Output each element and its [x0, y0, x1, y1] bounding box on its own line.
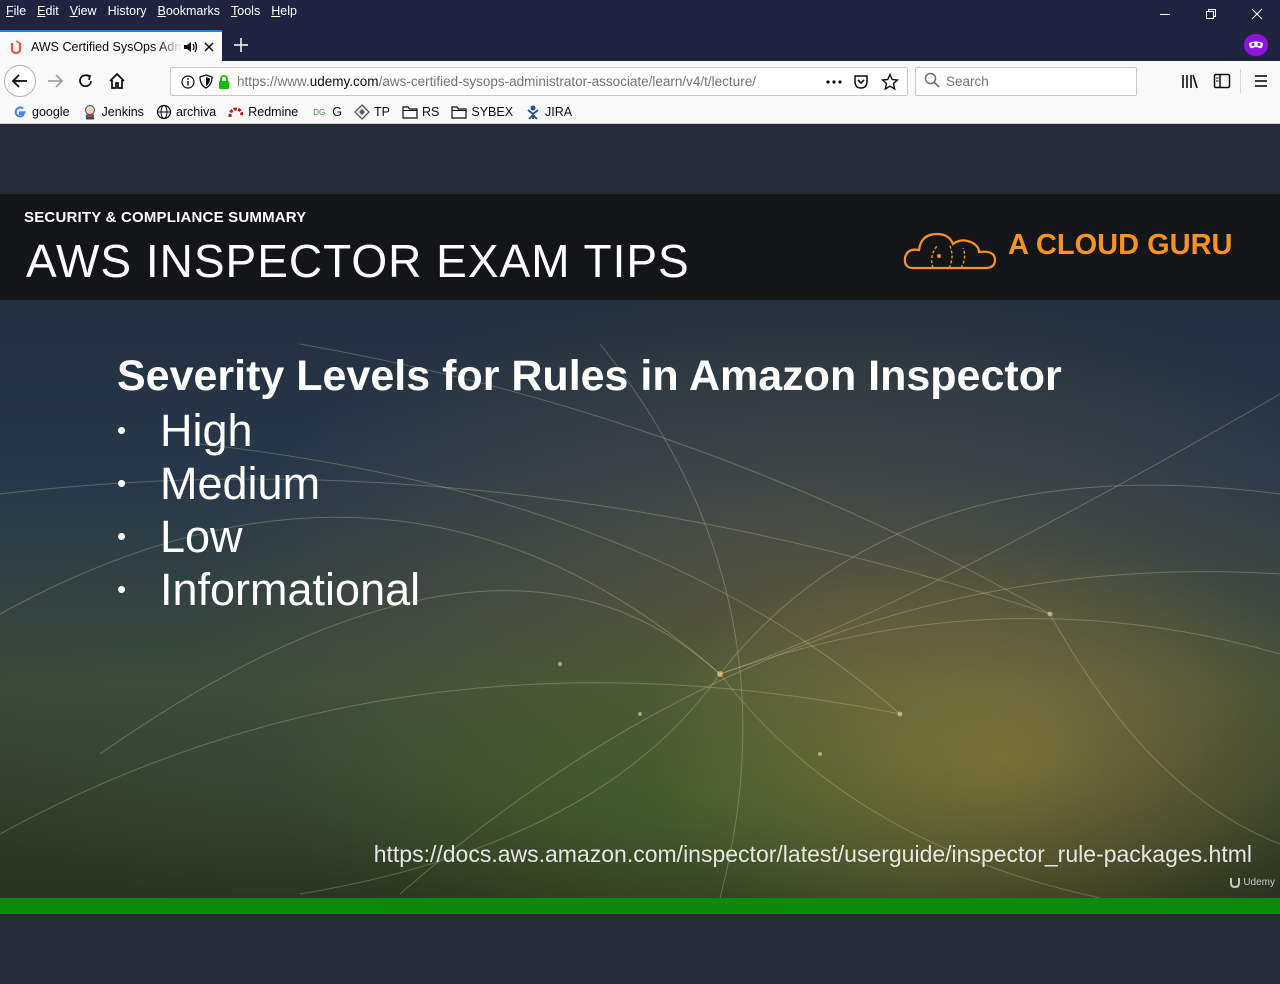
search-input[interactable]: Search — [915, 67, 1137, 96]
slide-heading: Severity Levels for Rules in Amazon Insp… — [117, 352, 1062, 400]
menu-edit[interactable]: Edit — [37, 4, 59, 18]
jenkins-icon — [82, 104, 98, 120]
udemy-icon — [10, 39, 24, 54]
brand-name: A CLOUD GURU — [1008, 229, 1233, 261]
menu-history[interactable]: History — [108, 4, 147, 18]
close-window-button[interactable] — [1234, 0, 1280, 28]
google-icon — [12, 104, 28, 120]
hamburger-icon — [1255, 75, 1267, 87]
restore-button[interactable] — [1188, 0, 1234, 28]
toolbar-separator — [1240, 69, 1241, 93]
home-icon — [109, 72, 125, 89]
slide-title: AWS INSPECTOR EXAM TIPS — [26, 235, 690, 287]
plus-icon — [234, 38, 248, 52]
video-progress-bar[interactable] — [0, 898, 1280, 914]
minimize-button[interactable] — [1142, 0, 1188, 28]
navigation-bar: https://www.udemy.com/aws-certified-syso… — [0, 61, 1280, 101]
url-bar[interactable]: https://www.udemy.com/aws-certified-syso… — [170, 67, 908, 96]
page-actions-icon[interactable] — [825, 75, 843, 92]
bookmark-g[interactable]: DG G — [310, 104, 342, 120]
menu-file[interactable]: File — [6, 4, 26, 18]
minimize-icon — [1160, 14, 1170, 15]
folder-icon — [402, 104, 418, 120]
menu-bookmarks[interactable]: Bookmarks — [158, 4, 221, 18]
forward-button[interactable] — [40, 66, 70, 96]
library-icon — [1182, 74, 1198, 89]
tab-close-icon[interactable] — [201, 39, 217, 55]
back-arrow-icon — [11, 74, 27, 88]
private-browsing-icon — [1244, 34, 1268, 56]
tab-active[interactable]: AWS Certified SysOps Administrator - Ass… — [0, 30, 222, 61]
library-button[interactable] — [1175, 66, 1205, 96]
url-text[interactable]: https://www.udemy.com/aws-certified-syso… — [237, 74, 782, 89]
bookmark-jira[interactable]: JIRA — [525, 104, 572, 120]
speaker-icon[interactable] — [183, 40, 199, 54]
cloud-logo-icon — [903, 232, 997, 270]
menu-bar: File Edit View History Bookmarks Tools H… — [0, 0, 308, 22]
bookmark-google[interactable]: google — [12, 104, 70, 120]
lecture-slide: SECURITY & COMPLIANCE SUMMARY AWS INSPEC… — [0, 194, 1280, 898]
redmine-icon — [228, 104, 244, 120]
bookmark-folder-sybex[interactable]: SYBEX — [451, 104, 513, 120]
restore-icon — [1206, 9, 1216, 19]
bookmark-star-icon[interactable] — [880, 72, 900, 94]
menu-view[interactable]: View — [70, 4, 97, 18]
list-item: • High — [117, 404, 253, 456]
slide-subtitle: SECURITY & COMPLIANCE SUMMARY — [24, 209, 307, 226]
slide-header: SECURITY & COMPLIANCE SUMMARY AWS INSPEC… — [0, 194, 1280, 300]
list-item: • Informational — [117, 563, 421, 615]
pocket-icon[interactable] — [853, 74, 869, 93]
video-player[interactable]: SECURITY & COMPLIANCE SUMMARY AWS INSPEC… — [0, 124, 1280, 984]
tracking-shield-icon[interactable] — [197, 74, 215, 89]
bookmark-archiva[interactable]: archiva — [156, 104, 216, 120]
bookmark-redmine[interactable]: Redmine — [228, 104, 298, 120]
info-icon[interactable] — [179, 74, 197, 89]
menu-help[interactable]: Help — [271, 4, 297, 18]
video-progress-fill — [0, 898, 1280, 914]
sidebar-icon — [1213, 73, 1231, 89]
lock-icon[interactable] — [215, 74, 233, 89]
reload-icon — [79, 74, 92, 88]
globe-icon — [156, 104, 172, 120]
menu-tools[interactable]: Tools — [231, 4, 260, 18]
title-bar: File Edit View History Bookmarks Tools H… — [0, 0, 1280, 61]
list-item: • Low — [117, 510, 243, 562]
bookmark-tp[interactable]: TP — [354, 104, 390, 120]
bookmarks-toolbar: google Jenkins archiva Redmine DG G TP RS… — [0, 101, 1280, 124]
bookmark-jenkins[interactable]: Jenkins — [82, 104, 144, 120]
search-placeholder: Search — [946, 74, 989, 89]
home-button[interactable] — [102, 66, 132, 96]
jira-icon — [525, 104, 541, 120]
tp-icon — [354, 104, 370, 120]
udemy-watermark: Udemy — [1229, 876, 1275, 888]
forward-arrow-icon — [48, 74, 64, 88]
bookmark-folder-rs[interactable]: RS — [402, 104, 439, 120]
new-tab-button[interactable] — [230, 34, 252, 56]
menu-button[interactable] — [1246, 66, 1276, 96]
udemy-icon — [1230, 878, 1241, 888]
tab-title: AWS Certified SysOps Administrator - Ass… — [31, 39, 181, 54]
back-button[interactable] — [4, 65, 36, 97]
window-controls — [1142, 0, 1280, 28]
folder-icon — [451, 104, 467, 120]
reload-button[interactable] — [71, 66, 101, 96]
reference-url: https://docs.aws.amazon.com/inspector/la… — [373, 841, 1252, 867]
search-icon — [924, 72, 940, 91]
sidebar-button[interactable] — [1207, 66, 1237, 96]
bullet-list: • High • Medium • Low • Informational — [117, 404, 420, 616]
list-item: • Medium — [117, 457, 321, 509]
close-icon — [1251, 8, 1263, 20]
dg-icon: DG — [313, 107, 326, 117]
